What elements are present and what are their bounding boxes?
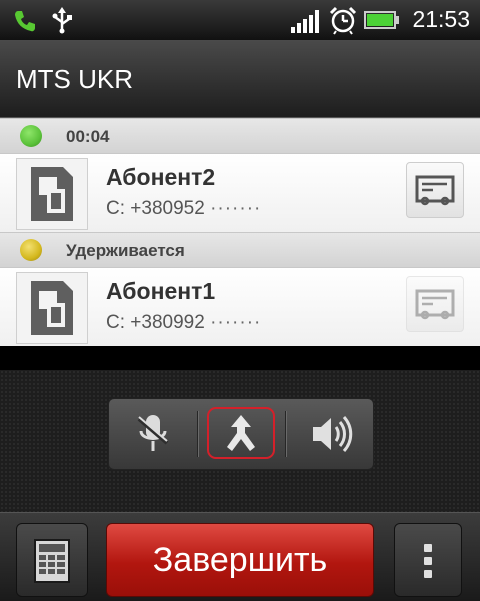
- signal-icon: [291, 10, 319, 33]
- call-list: 00:04 Абонент2 С: +380952 ······· Удержи…: [0, 118, 480, 346]
- contact-name: Абонент2: [106, 164, 216, 190]
- contact-card-icon: [415, 175, 455, 206]
- mute-button[interactable]: [109, 399, 197, 469]
- contact-avatar: [16, 158, 88, 230]
- phone-number-text: С: +380992: [106, 312, 205, 333]
- bottom-action-bar: Завершить: [0, 512, 480, 601]
- active-status-dot: [20, 125, 42, 147]
- contact-card-button[interactable]: [406, 162, 464, 218]
- clock: 21:53: [412, 6, 470, 32]
- contact-card-icon: [415, 289, 455, 320]
- call-active-icon: [15, 11, 35, 32]
- call-duration: 00:04: [66, 127, 110, 146]
- more-options-icon: [424, 544, 432, 578]
- more-options-button[interactable]: [394, 523, 462, 597]
- dialpad-icon: [34, 539, 70, 583]
- alarm-icon: [329, 6, 357, 35]
- sim-card-icon: [31, 281, 73, 335]
- sim-card-icon: [31, 167, 73, 221]
- hold-status-dot: [20, 239, 42, 261]
- masked-digits: ·······: [210, 198, 262, 219]
- speaker-icon: [313, 415, 353, 453]
- end-call-button[interactable]: Завершить: [106, 523, 374, 597]
- contact-number: С: +380952 ·······: [106, 198, 261, 220]
- masked-digits: ·······: [210, 312, 262, 333]
- call-hold-status: Удерживается: [66, 241, 185, 260]
- call-status-header-active: 00:04: [0, 118, 480, 154]
- call-row-active[interactable]: Абонент2 С: +380952 ·······: [0, 154, 480, 232]
- phone-number-text: С: +380952: [106, 198, 205, 219]
- contact-number: С: +380992 ·······: [106, 312, 261, 334]
- in-call-controls-area: [0, 370, 480, 512]
- dialpad-button[interactable]: [16, 523, 88, 597]
- contact-name: Абонент1: [106, 278, 216, 304]
- contact-avatar: [16, 272, 88, 344]
- app-header: MTS UKR: [0, 40, 480, 118]
- merge-calls-button[interactable]: [197, 399, 285, 469]
- carrier-title: MTS UKR: [16, 64, 133, 94]
- call-row-held[interactable]: Абонент1 С: +380992 ·······: [0, 268, 480, 346]
- in-call-control-panel: [108, 398, 374, 470]
- usb-icon: [52, 7, 72, 34]
- merge-button-highlight: [207, 407, 275, 459]
- status-bar: 21:53: [0, 0, 480, 40]
- mute-microphone-icon: [137, 415, 169, 451]
- call-status-header-held: Удерживается: [0, 232, 480, 268]
- separator: [0, 346, 480, 370]
- contact-card-button[interactable]: [406, 276, 464, 332]
- speaker-button[interactable]: [285, 399, 373, 469]
- battery-icon: [364, 11, 399, 29]
